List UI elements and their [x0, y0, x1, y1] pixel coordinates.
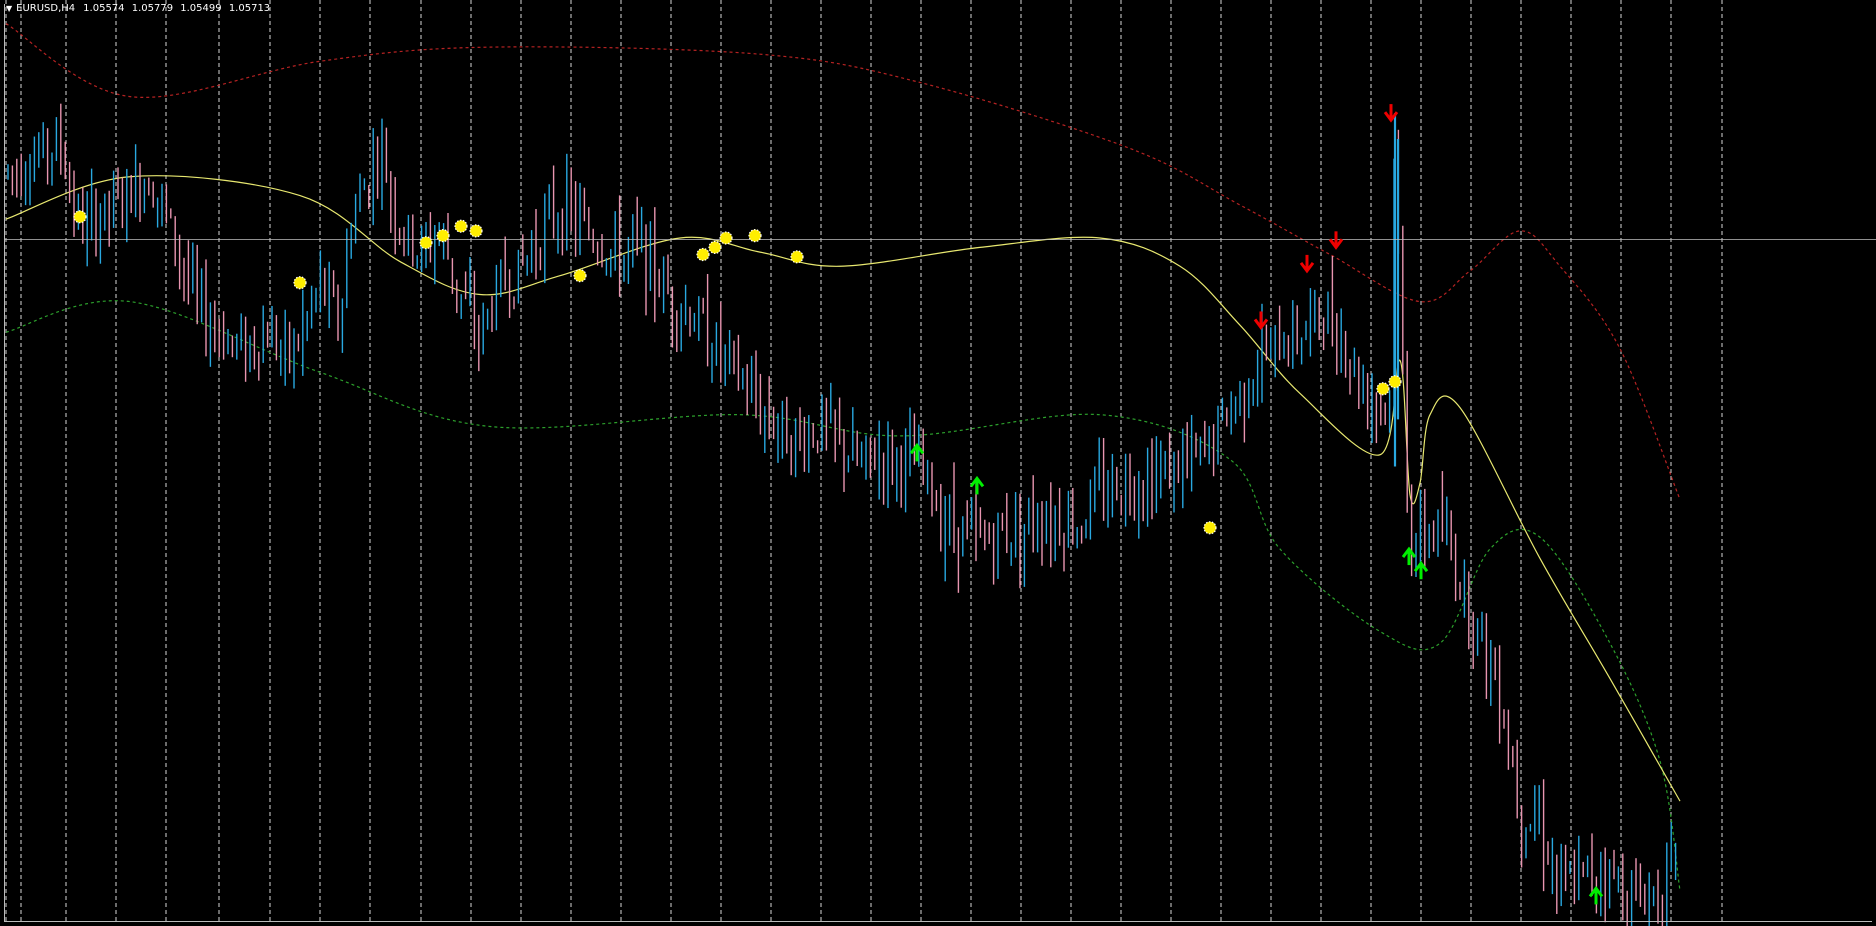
- triangle-down-icon[interactable]: ▼: [6, 3, 12, 15]
- signal-dot-icon: [73, 210, 87, 224]
- chart-header: ▼ EURUSD,H4 1.05574 1.05779 1.05499 1.05…: [6, 2, 274, 16]
- signal-dot-icon: [419, 236, 433, 250]
- open-value: 1.05574: [83, 3, 125, 14]
- symbol-label: EURUSD,H4: [16, 3, 76, 14]
- low-value: 1.05499: [180, 3, 222, 14]
- signal-dot-icon: [748, 229, 762, 243]
- signal-dot-icon: [708, 240, 722, 255]
- buy-arrow-icon: [969, 475, 985, 495]
- lower-band-line: [5, 300, 1681, 891]
- signal-dot-icon: [1203, 521, 1217, 535]
- signal-dot-icon: [454, 219, 468, 233]
- close-value: 1.05713: [228, 3, 271, 14]
- signal-dot-icon: [790, 250, 804, 264]
- sell-arrow-icon: [1299, 254, 1315, 274]
- signal-dot-icon: [1376, 382, 1390, 396]
- signal-dot-icon: [469, 224, 483, 238]
- sell-arrow-icon: [1328, 231, 1344, 250]
- signal-dot-icon: [1388, 375, 1402, 389]
- signal-dot-icon: [573, 269, 587, 283]
- signal-dot-icon: [696, 247, 710, 262]
- chart-window[interactable]: ▼ EURUSD,H4 1.05574 1.05779 1.05499 1.05…: [0, 0, 1876, 926]
- high-value: 1.05779: [131, 3, 174, 14]
- upper-band-line: [5, 23, 1681, 500]
- price-chart[interactable]: [0, 0, 1876, 926]
- center-line: [5, 175, 1681, 802]
- buy-arrow-icon: [1401, 546, 1417, 566]
- ohlc-values: 1.05574 1.05779 1.05499 1.05713: [83, 3, 274, 15]
- signal-dot-icon: [719, 231, 733, 245]
- sell-arrow-icon: [1253, 311, 1269, 330]
- signal-dot-icon: [436, 229, 450, 243]
- signal-dot-icon: [293, 276, 307, 290]
